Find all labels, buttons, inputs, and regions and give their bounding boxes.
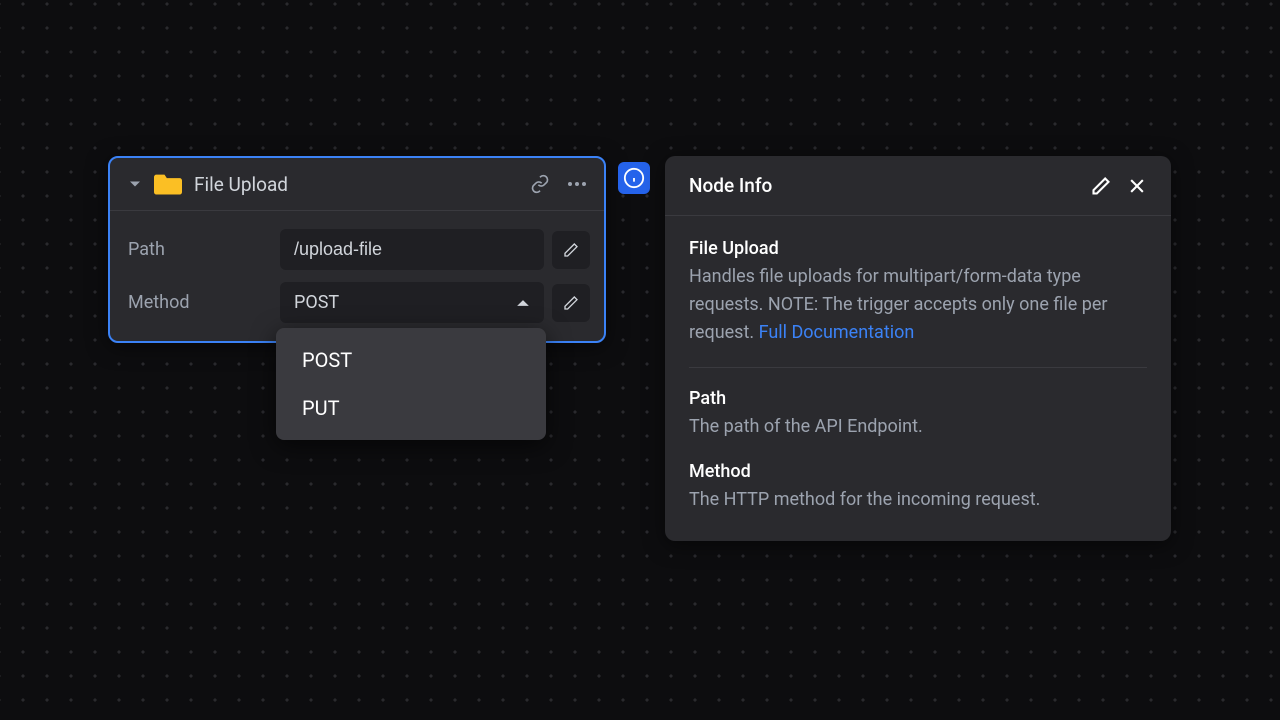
info-section-text: The path of the API Endpoint. <box>689 413 1147 441</box>
info-section-file-upload: File Upload Handles file uploads for mul… <box>689 238 1147 347</box>
chevron-up-icon <box>516 292 530 313</box>
dropdown-option-post[interactable]: POST <box>276 336 546 384</box>
info-section-text: Handles file uploads for multipart/form-… <box>689 263 1147 347</box>
path-label: Path <box>128 239 272 260</box>
divider <box>689 367 1147 368</box>
info-section-method: Method The HTTP method for the incoming … <box>689 461 1147 514</box>
dropdown-option-put[interactable]: PUT <box>276 384 546 432</box>
edit-path-button[interactable] <box>552 231 590 269</box>
path-field-row: Path <box>128 229 590 270</box>
method-label: Method <box>128 292 272 313</box>
node-card: File Upload Path Method POST <box>108 156 606 343</box>
info-panel: Node Info File Upload Handles file uploa… <box>665 156 1171 541</box>
method-value: POST <box>294 292 339 313</box>
method-select[interactable]: POST <box>280 282 544 323</box>
info-badge[interactable] <box>618 162 650 194</box>
collapse-toggle[interactable] <box>128 177 142 191</box>
edit-method-button[interactable] <box>552 284 590 322</box>
dots-icon <box>568 182 572 186</box>
pencil-icon <box>563 295 579 311</box>
info-panel-header: Node Info <box>665 156 1171 216</box>
more-options-button[interactable] <box>568 182 586 186</box>
info-section-title: File Upload <box>689 238 1147 259</box>
edit-info-button[interactable] <box>1091 176 1111 196</box>
link-icon <box>530 174 550 194</box>
info-section-title: Method <box>689 461 1147 482</box>
full-docs-link[interactable]: Full Documentation <box>759 322 915 343</box>
info-panel-body: File Upload Handles file uploads for mul… <box>665 216 1171 541</box>
node-title: File Upload <box>194 173 518 196</box>
info-section-title: Path <box>689 388 1147 409</box>
folder-icon <box>154 172 182 196</box>
info-panel-title: Node Info <box>689 174 772 197</box>
node-body: Path Method POST <box>110 211 604 341</box>
node-header: File Upload <box>110 158 604 211</box>
info-section-text: The HTTP method for the incoming request… <box>689 486 1147 514</box>
method-dropdown: POST PUT <box>276 328 546 440</box>
link-button[interactable] <box>530 174 550 194</box>
method-field-row: Method POST <box>128 282 590 323</box>
info-section-path: Path The path of the API Endpoint. <box>689 388 1147 441</box>
chevron-down-icon <box>129 180 141 188</box>
pencil-icon <box>563 242 579 258</box>
info-icon <box>623 167 645 189</box>
close-info-button[interactable] <box>1127 176 1147 196</box>
path-input[interactable] <box>280 229 544 270</box>
